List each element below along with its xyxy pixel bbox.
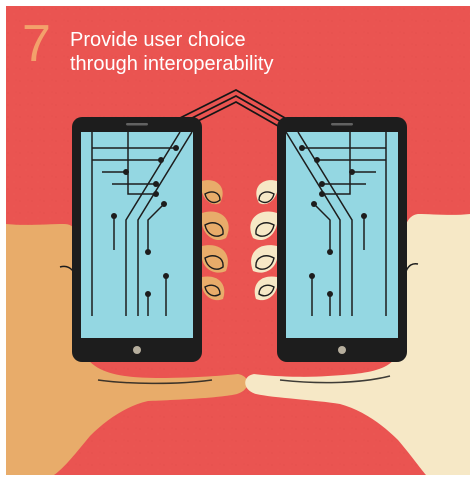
right-phone-icon (277, 117, 407, 362)
poster-title-line-1: Provide user choice (70, 29, 246, 51)
poster-artwork (6, 6, 470, 475)
section-number: 7 (22, 15, 51, 73)
poster-title: Provide user choice through interoperabi… (70, 28, 273, 76)
interoperability-illustration: 7 Provide user choice through interopera… (6, 6, 470, 475)
poster-title-line-2: through interoperability (70, 53, 274, 75)
